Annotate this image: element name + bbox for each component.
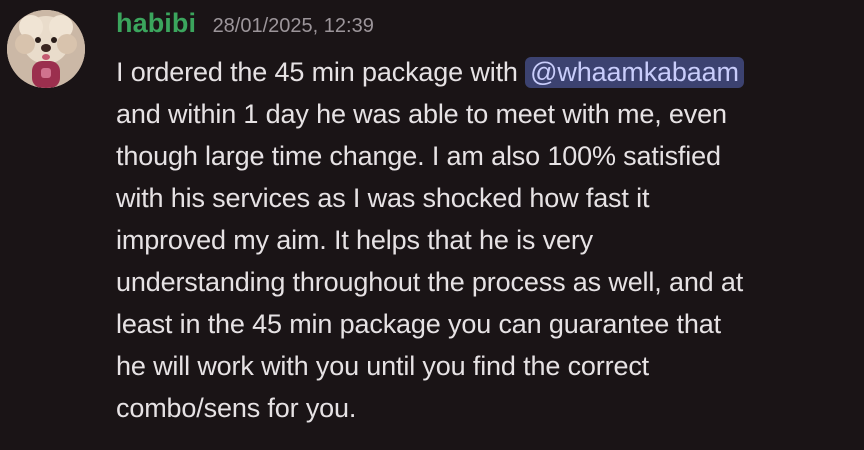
message-line-8: he will work with you until you find the… [116, 351, 650, 381]
message-header: habibi 28/01/2025, 12:39 [116, 8, 374, 48]
message-content: I ordered the 45 min package with @whaam… [116, 51, 846, 429]
message-line-7: least in the 45 min package you can guar… [116, 309, 721, 339]
message-line-4: with his services as I was shocked how f… [116, 183, 650, 213]
message-line-9: combo/sens for you. [116, 393, 357, 423]
user-mention[interactable]: @whaamkabaam [525, 57, 744, 88]
message-line-6: understanding throughout the process as … [116, 267, 744, 297]
message-text-prefix: I ordered the 45 min package with [116, 57, 526, 87]
username[interactable]: habibi [116, 8, 196, 38]
message-line-5: improved my aim. It helps that he is ver… [116, 225, 594, 255]
dog-avatar-icon [7, 10, 85, 88]
user-avatar[interactable] [7, 10, 85, 88]
message-line-2: and within 1 day he was able to meet wit… [116, 99, 727, 129]
chat-message: habibi 28/01/2025, 12:39 I ordered the 4… [0, 0, 864, 450]
message-timestamp[interactable]: 28/01/2025, 12:39 [213, 15, 374, 37]
message-line-1: I ordered the 45 min package with @whaam… [116, 51, 846, 93]
message-line-3: though large time change. I am also 100%… [116, 141, 721, 171]
